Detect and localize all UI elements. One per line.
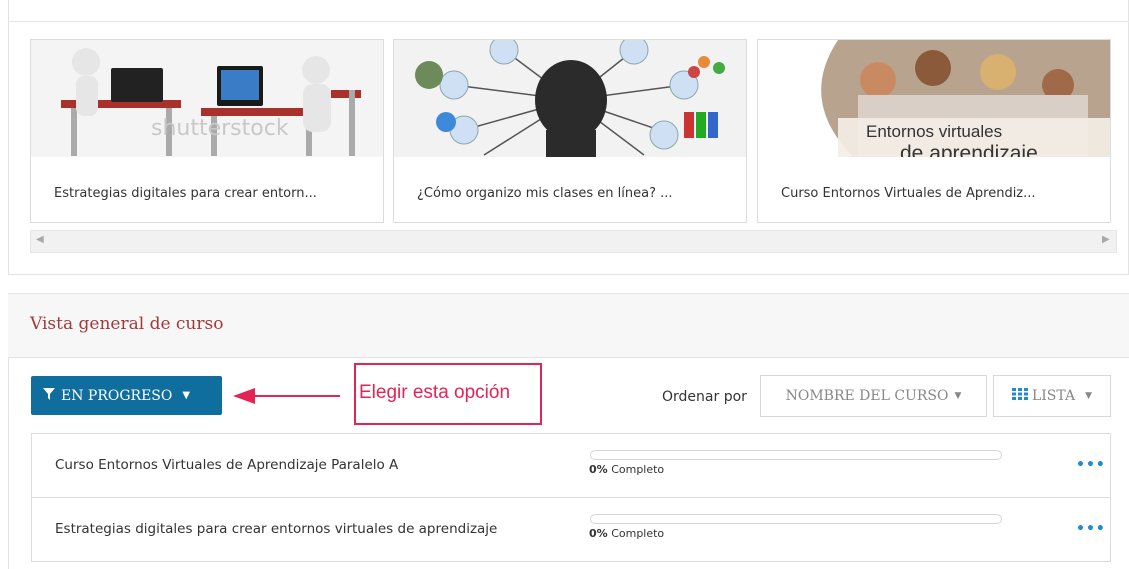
watermark-text: shutterstock (151, 116, 289, 141)
course-card-image: Entornos virtuales de aprendizaje (758, 40, 1110, 157)
course-row-1[interactable]: Curso Entornos Virtuales de Aprendizaje … (31, 433, 1111, 498)
course-card-title[interactable]: Estrategias digitales para crear entorn.… (54, 186, 317, 201)
filter-label: EN PROGRESO (61, 387, 173, 404)
caret-down-icon: ▼ (182, 390, 191, 401)
ellipsis-icon[interactable]: ••• (1076, 521, 1106, 537)
divider (8, 21, 1129, 22)
course-name[interactable]: Estrategias digitales para crear entorno… (55, 521, 497, 537)
progress-status: Completo (611, 527, 665, 540)
sort-label: NOMBRE DEL CURSO (785, 388, 949, 404)
progress-bar (590, 514, 1002, 524)
sort-by-label: Ordenar por (662, 389, 747, 405)
filter-in-progress-button[interactable]: EN PROGRESO ▼ (31, 376, 222, 415)
course-card-title[interactable]: Curso Entornos Virtuales de Aprendiz... (781, 186, 1036, 201)
course-card-title[interactable]: ¿Cómo organizo mis clases en línea? ... (417, 186, 673, 201)
view-label: LISTA (1031, 388, 1076, 404)
scroll-right-icon[interactable]: ▶ (1102, 234, 1110, 245)
progress-bar (590, 450, 1002, 460)
annotation-arrow (253, 395, 340, 397)
progress-percent: 0% (589, 463, 608, 476)
progress-text: 0% Completo (589, 463, 664, 476)
caret-down-icon: ▼ (954, 391, 962, 401)
caret-down-icon: ▼ (1085, 391, 1093, 401)
horizontal-scrollbar[interactable] (30, 230, 1117, 253)
course-card-3[interactable]: Entornos virtuales de aprendizaje Curso … (757, 39, 1111, 223)
course-card-2[interactable]: ¿Cómo organizo mis clases en línea? ... (393, 39, 747, 223)
course-card-image: shutterstock (31, 40, 383, 157)
view-dropdown[interactable]: LISTA ▼ (993, 375, 1111, 417)
progress-text: 0% Completo (589, 527, 664, 540)
image-caption-line-2: de aprendizaje (900, 142, 1038, 157)
divider (8, 358, 9, 569)
progress-percent: 0% (589, 527, 608, 540)
course-card-1[interactable]: shutterstock Estrategias digitales para … (30, 39, 384, 223)
scroll-left-icon[interactable]: ◀ (36, 234, 44, 245)
section-title: Vista general de curso (30, 314, 224, 334)
image-caption-line-1: Entornos virtuales (866, 122, 1002, 141)
course-card-image (394, 40, 746, 157)
annotation-arrow-head (233, 388, 255, 404)
progress-status: Completo (611, 463, 665, 476)
filter-icon (43, 387, 55, 404)
course-name[interactable]: Curso Entornos Virtuales de Aprendizaje … (55, 457, 398, 473)
grid-icon (1011, 388, 1028, 404)
sort-dropdown[interactable]: NOMBRE DEL CURSO ▼ (760, 375, 987, 417)
ellipsis-icon[interactable]: ••• (1076, 457, 1106, 473)
course-row-2[interactable]: Estrategias digitales para crear entorno… (31, 497, 1111, 562)
annotation-text: Elegir esta opción (359, 382, 511, 403)
